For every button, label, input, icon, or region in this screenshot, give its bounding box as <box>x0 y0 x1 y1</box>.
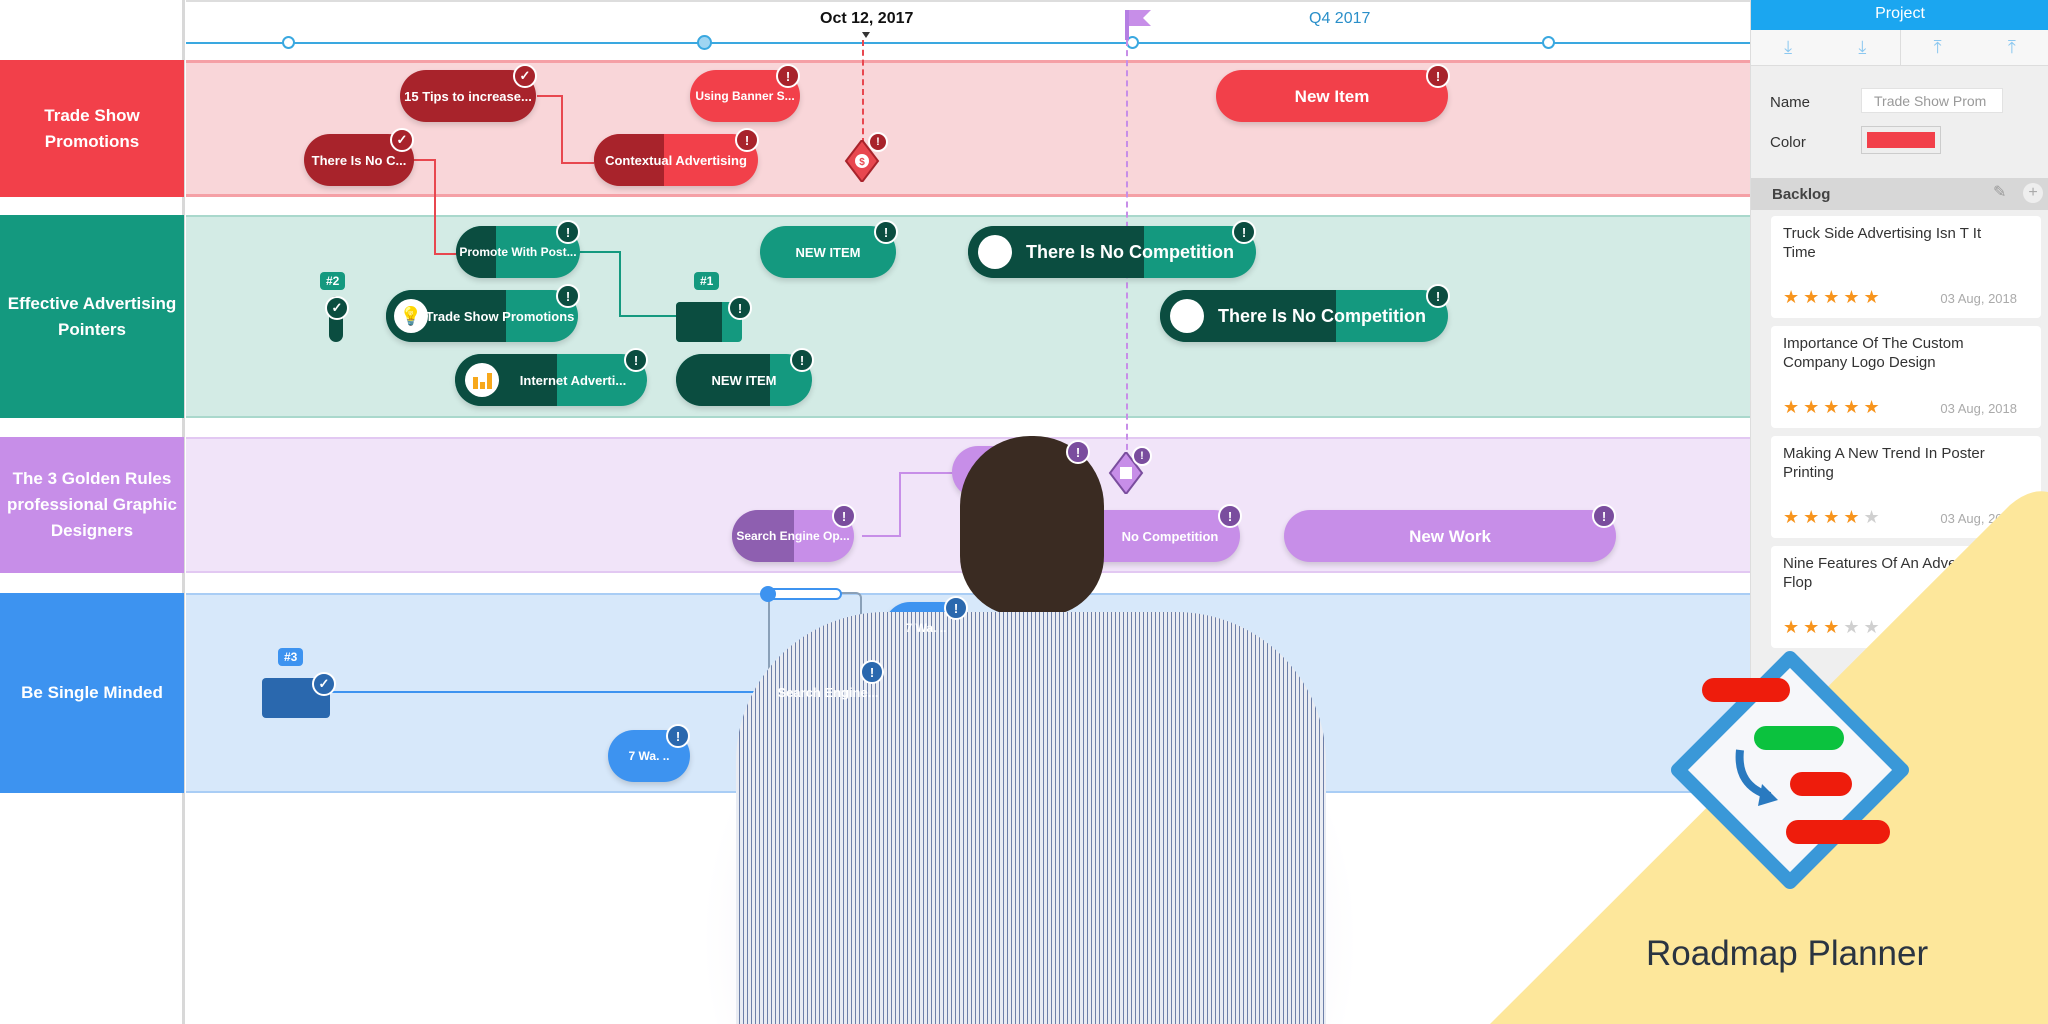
alert-badge-icon: ! <box>860 660 884 684</box>
app-name: Roadmap Planner <box>1646 934 1929 973</box>
alert-badge-icon: ! <box>874 220 898 244</box>
alert-badge-icon: ! <box>868 132 888 152</box>
alert-badge-icon: ! <box>556 220 580 244</box>
alert-badge-icon: ! <box>832 504 856 528</box>
alert-badge-icon: ! <box>1132 446 1152 466</box>
alert-badge-icon: ! <box>666 724 690 748</box>
check-badge-icon: ✓ <box>325 296 349 320</box>
alert-badge-icon: ! <box>1232 220 1256 244</box>
check-badge-icon: ✓ <box>390 128 414 152</box>
alert-badge-icon: ! <box>1426 284 1450 308</box>
alert-badge-icon: ! <box>1426 64 1450 88</box>
alert-badge-icon: ! <box>1218 504 1242 528</box>
alert-badge-icon: ! <box>735 128 759 152</box>
avatar <box>1170 299 1204 333</box>
alert-badge-icon: ! <box>728 296 752 320</box>
alert-badge-icon: ! <box>1592 504 1616 528</box>
alert-badge-icon: ! <box>1066 440 1090 464</box>
lightbulb-icon: 💡 <box>394 299 428 333</box>
alert-badge-icon: ! <box>624 348 648 372</box>
app-logo-icon <box>1671 651 1909 889</box>
avatar <box>978 235 1012 269</box>
check-badge-icon: ✓ <box>513 64 537 88</box>
alert-badge-icon: ! <box>776 64 800 88</box>
alert-badge-icon: ! <box>556 284 580 308</box>
alert-badge-icon: ! <box>944 596 968 620</box>
bar-chart-icon <box>465 363 499 397</box>
check-badge-icon: ✓ <box>312 672 336 696</box>
alert-badge-icon: ! <box>790 348 814 372</box>
